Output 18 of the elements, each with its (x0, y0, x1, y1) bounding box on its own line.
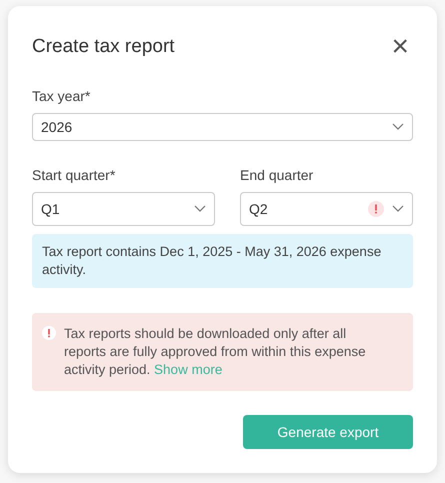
close-button[interactable]: × (387, 32, 413, 62)
tax-year-select[interactable]: 2026 (32, 113, 413, 141)
select-value: 2026 (41, 118, 74, 136)
field-label: End quarter (240, 166, 314, 185)
quarter-select[interactable]: Q1 (32, 192, 216, 226)
warning-icon (42, 326, 56, 340)
select-value: Q2 (249, 200, 269, 219)
info-message: Tax report contains Dec 1, 2025 - May 31, 2026 expense activity. (32, 234, 413, 288)
field-label: Start quarter* (32, 166, 116, 185)
chevron-down-icon (392, 205, 404, 213)
quarter-select[interactable]: Q2 (240, 192, 413, 226)
error-icon (368, 201, 384, 217)
dialog-title: Create tax report (32, 36, 175, 58)
chevron-down-icon (194, 205, 206, 213)
warning-message: Tax reports should be downloaded only after all reports are fully approved from within this expense activity period. Show more (64, 325, 367, 379)
select-value: Q1 (41, 200, 61, 219)
field-label: Tax year* (32, 87, 92, 106)
chevron-down-icon (392, 123, 404, 131)
